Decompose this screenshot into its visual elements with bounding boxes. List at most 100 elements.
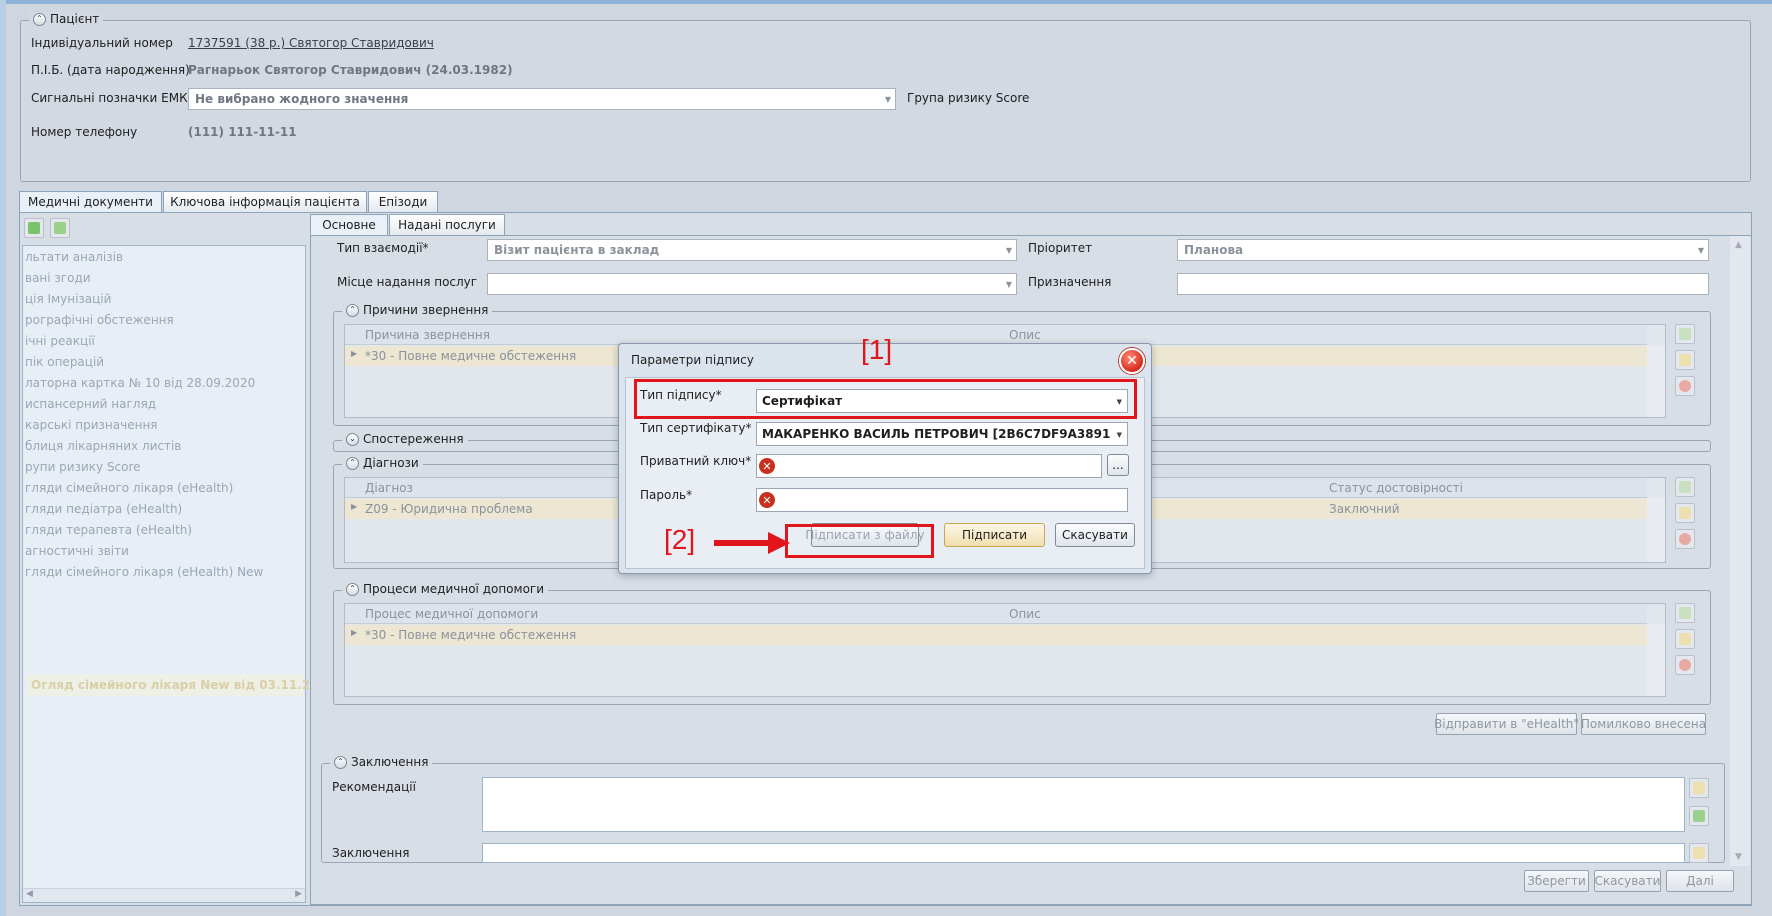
conclusion-label: Заключення: [332, 846, 410, 860]
list-item[interactable]: ція Імунізацій: [25, 292, 111, 306]
close-icon[interactable]: ✕: [1119, 348, 1145, 374]
add-reason-button[interactable]: [1675, 324, 1695, 344]
collapse-icon[interactable]: ⌃: [33, 12, 46, 26]
recommendations-textarea[interactable]: [482, 777, 1685, 832]
edit-diagnosis-button[interactable]: [1675, 503, 1695, 523]
add-icon: [1679, 607, 1691, 619]
recommendations-template-button[interactable]: [1689, 778, 1709, 798]
processes-legend: ⌃ Процеси медичної допомоги: [342, 582, 549, 596]
list-item[interactable]: испансерний нагляд: [25, 397, 156, 411]
save-button[interactable]: Зберегти: [1524, 870, 1589, 892]
annotation-label-1: [1]: [861, 334, 893, 365]
collapse-icon[interactable]: ⌃: [346, 456, 359, 470]
horizontal-scrollbar[interactable]: ◀ ▶: [23, 888, 305, 902]
priority-select[interactable]: Планова ▼: [1177, 239, 1709, 261]
next-button[interactable]: Далі: [1666, 870, 1734, 892]
list-item[interactable]: гляди терапевта (eHealth): [25, 523, 192, 537]
private-key-label: Приватний ключ*: [640, 454, 752, 468]
grid-scrollbar[interactable]: [1647, 624, 1665, 696]
recommendations-refresh-button[interactable]: [1689, 806, 1709, 826]
add-document-button[interactable]: [24, 218, 44, 238]
vertical-scrollbar[interactable]: ▲ ▼: [1730, 236, 1750, 866]
tab-key-info[interactable]: Ключова інформація пацієнта: [163, 191, 367, 212]
interaction-type-select[interactable]: Візит пацієнта в заклад ▼: [487, 239, 1017, 261]
send-ehealth-button[interactable]: Відправити в "eHealth": [1434, 713, 1579, 735]
refresh-icon: [1693, 810, 1705, 822]
signal-flags-select[interactable]: Не вибрано жодного значення ▼: [188, 88, 896, 110]
processes-grid[interactable]: Процес медичної допомоги Опис ▶ *30 - По…: [344, 603, 1666, 697]
table-row[interactable]: ▶ *30 - Повне медичне обстеження: [345, 625, 1647, 645]
browse-key-button[interactable]: ...: [1107, 454, 1129, 476]
list-item[interactable]: блиця лікарняних листів: [25, 439, 181, 453]
expand-icon[interactable]: ⌄: [346, 432, 359, 446]
tab-label: Надані послуги: [398, 218, 496, 232]
certificate-type-select[interactable]: МАКАРЕНКО ВАСИЛЬ ПЕТРОВИЧ [2B6C7DF9A3891…: [756, 422, 1128, 446]
patient-id-link[interactable]: 1737591 (38 р.) Святогор Ставридович: [188, 36, 434, 50]
tab-medical-documents[interactable]: Медичні документи: [19, 191, 162, 212]
selected-document-row[interactable]: Огляд сімейного лікаря New від 03.11.202…: [27, 674, 335, 696]
edit-reason-button[interactable]: [1675, 350, 1695, 370]
list-item[interactable]: гляди сімейного лікаря (eHealth): [25, 481, 233, 495]
list-item[interactable]: латорна картка № 10 від 28.09.2020: [25, 376, 255, 390]
scroll-up-icon[interactable]: ▲: [1735, 240, 1742, 250]
template-icon: [1693, 847, 1705, 859]
cancel-button[interactable]: Скасувати: [1594, 870, 1661, 892]
phone-value: (111) 111-11-11: [188, 125, 297, 139]
private-key-input[interactable]: ✕: [756, 454, 1102, 478]
dialog-cancel-button[interactable]: Скасувати: [1055, 523, 1135, 547]
collapse-icon[interactable]: ⌃: [334, 755, 347, 769]
list-item[interactable]: рографічні обстеження: [25, 313, 174, 327]
delete-process-button[interactable]: [1675, 655, 1695, 675]
conclusion-textarea[interactable]: [482, 843, 1685, 863]
list-item[interactable]: гляди сімейного лікаря (eHealth) New: [25, 565, 263, 579]
column-header: Причина звернення: [365, 328, 490, 342]
processes-legend-label: Процеси медичної допомоги: [363, 582, 545, 596]
add-diagnosis-button[interactable]: [1675, 477, 1695, 497]
password-input[interactable]: ✕: [756, 488, 1128, 512]
collapse-icon[interactable]: ⌃: [346, 303, 359, 317]
list-item[interactable]: агностичні звіти: [25, 544, 129, 558]
list-item[interactable]: вані згоди: [25, 271, 91, 285]
column-header: Діагноз: [365, 481, 413, 495]
button-label: Відправити в "eHealth": [1434, 717, 1579, 731]
button-label: Зберегти: [1527, 874, 1586, 888]
list-item[interactable]: рупи ризику Score: [25, 460, 141, 474]
list-item[interactable]: пік операцій: [25, 355, 104, 369]
delete-reason-button[interactable]: [1675, 376, 1695, 396]
annotation-box-1: [634, 379, 1137, 419]
list-item[interactable]: льтати аналізів: [25, 250, 123, 264]
tab-label: Ключова інформація пацієнта: [170, 195, 360, 209]
list-item[interactable]: ічні реакції: [25, 334, 95, 348]
refresh-button[interactable]: [50, 218, 70, 238]
tab-services[interactable]: Надані послуги: [389, 214, 505, 235]
dialog-title: Параметри підпису: [631, 353, 754, 367]
list-item[interactable]: гляди педіатра (eHealth): [25, 502, 182, 516]
scroll-down-icon[interactable]: ▼: [1735, 852, 1742, 862]
annotation-arrow-icon: [714, 532, 790, 554]
grid-scrollbar[interactable]: [1647, 498, 1665, 562]
delete-diagnosis-button[interactable]: [1675, 529, 1695, 549]
scroll-right-icon[interactable]: ▶: [295, 889, 302, 899]
document-tree[interactable]: льтати аналізів вані згоди ція Імунізаці…: [22, 245, 335, 903]
edit-process-button[interactable]: [1675, 629, 1695, 649]
phone-label: Номер телефону: [31, 125, 138, 139]
mistaken-button[interactable]: Помилково внесена: [1581, 713, 1706, 735]
grid-scrollbar[interactable]: [1647, 345, 1665, 417]
add-process-button[interactable]: [1675, 603, 1695, 623]
purpose-input[interactable]: [1177, 273, 1709, 295]
scroll-left-icon[interactable]: ◀: [26, 889, 33, 899]
certificate-type-label: Тип сертифікату*: [640, 421, 752, 435]
tab-episodes[interactable]: Епізоди: [368, 191, 438, 212]
conclusion-template-button[interactable]: [1689, 843, 1709, 863]
list-item[interactable]: карські призначення: [25, 418, 158, 432]
column-header: Опис: [1009, 328, 1041, 342]
add-icon: [1679, 481, 1691, 493]
collapse-icon[interactable]: ⌃: [346, 582, 359, 596]
conclusion-legend: ⌃ Заключення: [330, 755, 433, 769]
tab-main[interactable]: Основне: [310, 214, 388, 235]
place-select[interactable]: ▼: [487, 273, 1017, 295]
sign-button[interactable]: Підписати: [944, 523, 1045, 547]
priority-value: Планова: [1184, 243, 1244, 257]
delete-icon: [1679, 533, 1691, 545]
tab-label: Основне: [322, 218, 376, 232]
